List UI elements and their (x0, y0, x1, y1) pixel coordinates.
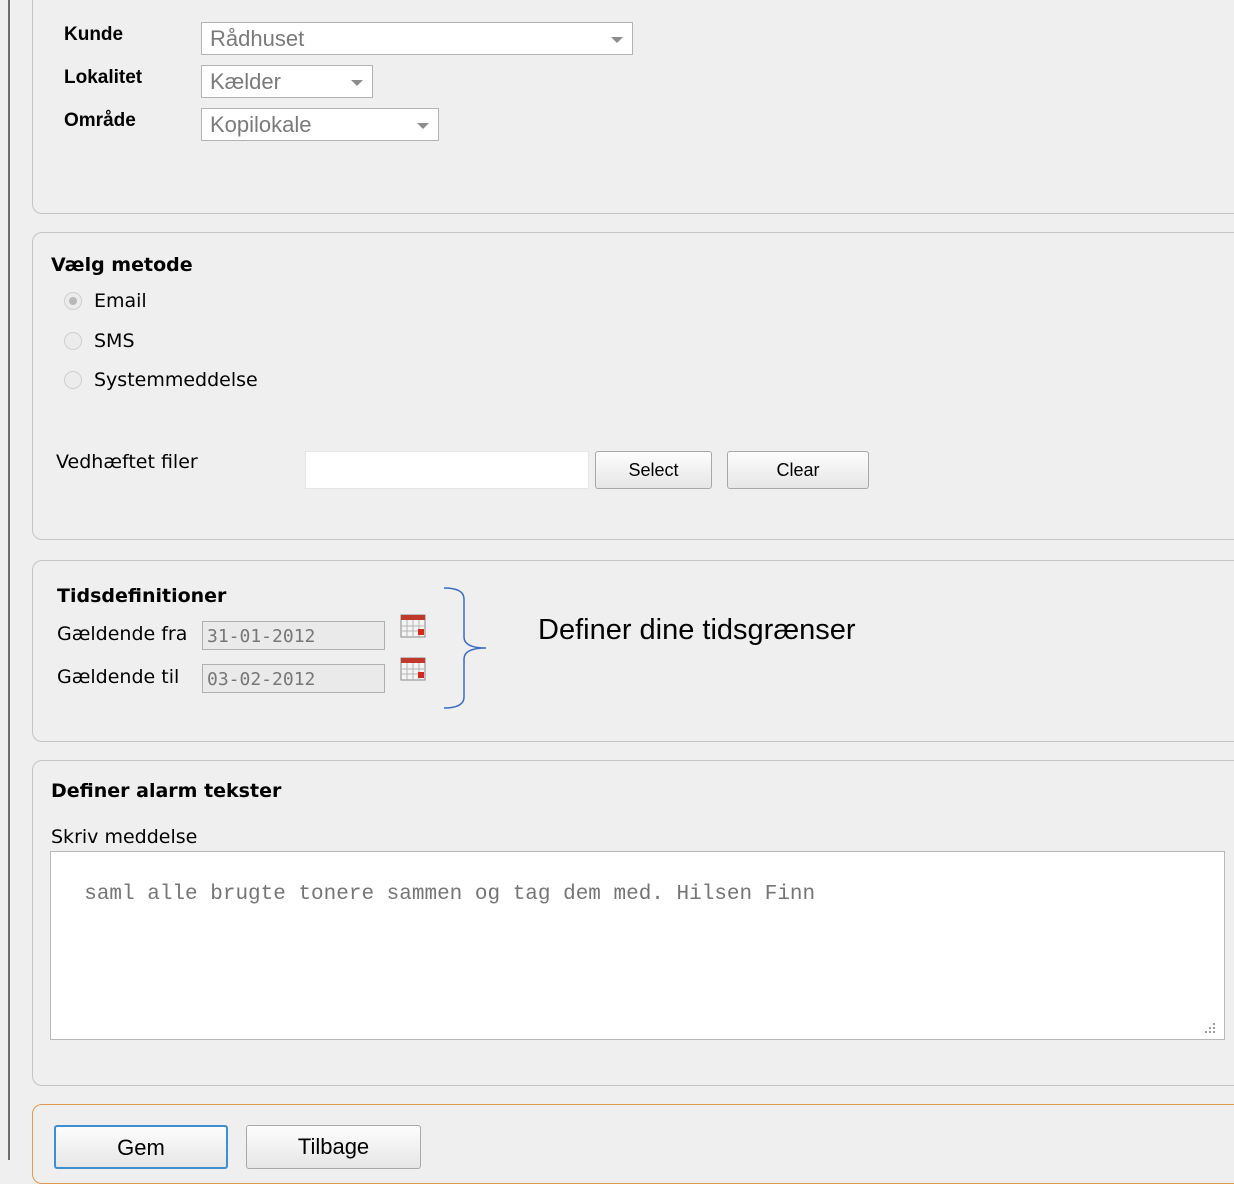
valid-to-label: Gældende til (57, 666, 180, 688)
lokalitet-label: Lokalitet (64, 67, 143, 88)
lokalitet-select-value: Kælder (210, 69, 281, 94)
chevron-down-icon (417, 123, 429, 129)
valid-from-input[interactable]: 31-01-2012 (202, 621, 385, 650)
resize-grip-icon[interactable] (1204, 1021, 1216, 1033)
window-left-border (8, 0, 10, 1160)
annotation-bracket (443, 587, 487, 709)
kunde-label: Kunde (64, 24, 124, 45)
clear-file-button[interactable]: Clear (727, 451, 869, 489)
kunde-select[interactable]: Rådhuset (201, 22, 633, 55)
valid-to-value: 03-02-2012 (207, 669, 316, 690)
valid-to-input[interactable]: 03-02-2012 (202, 664, 385, 693)
valid-from-value: 31-01-2012 (207, 626, 316, 647)
radio-systemmeddelse-label: Systemmeddelse (94, 369, 258, 391)
attachment-label: Vedhæftet filer (56, 451, 198, 473)
method-title: Vælg metode (51, 254, 193, 276)
omraade-select-value: Kopilokale (210, 112, 312, 137)
calendar-icon[interactable] (400, 657, 426, 681)
attachment-input[interactable] (305, 451, 589, 489)
calendar-icon[interactable] (400, 614, 426, 638)
chevron-down-icon (351, 80, 363, 86)
message-label: Skriv meddelse (51, 826, 198, 848)
valid-from-label: Gældende fra (57, 623, 188, 645)
kunde-select-value: Rådhuset (210, 26, 305, 51)
message-textarea[interactable]: saml alle brugte tonere sammen og tag de… (50, 851, 1225, 1040)
radio-email-label: Email (94, 290, 147, 312)
back-button[interactable]: Tilbage (246, 1125, 421, 1169)
radio-sms-label: SMS (94, 330, 135, 352)
chevron-down-icon (611, 37, 623, 43)
omraade-label: Område (64, 110, 136, 131)
radio-button-icon[interactable] (64, 332, 82, 350)
radio-button-icon[interactable] (64, 292, 82, 310)
time-annotation: Definer dine tidsgrænser (538, 614, 856, 646)
time-title: Tidsdefinitioner (57, 585, 227, 607)
message-textarea-value: saml alle brugte tonere sammen og tag de… (84, 883, 816, 906)
radio-button-icon[interactable] (64, 371, 82, 389)
select-file-button[interactable]: Select (595, 451, 712, 489)
lokalitet-select[interactable]: Kælder (201, 65, 373, 98)
alarm-title: Definer alarm tekster (51, 780, 282, 802)
save-button[interactable]: Gem (54, 1125, 228, 1169)
omraade-select[interactable]: Kopilokale (201, 108, 439, 141)
